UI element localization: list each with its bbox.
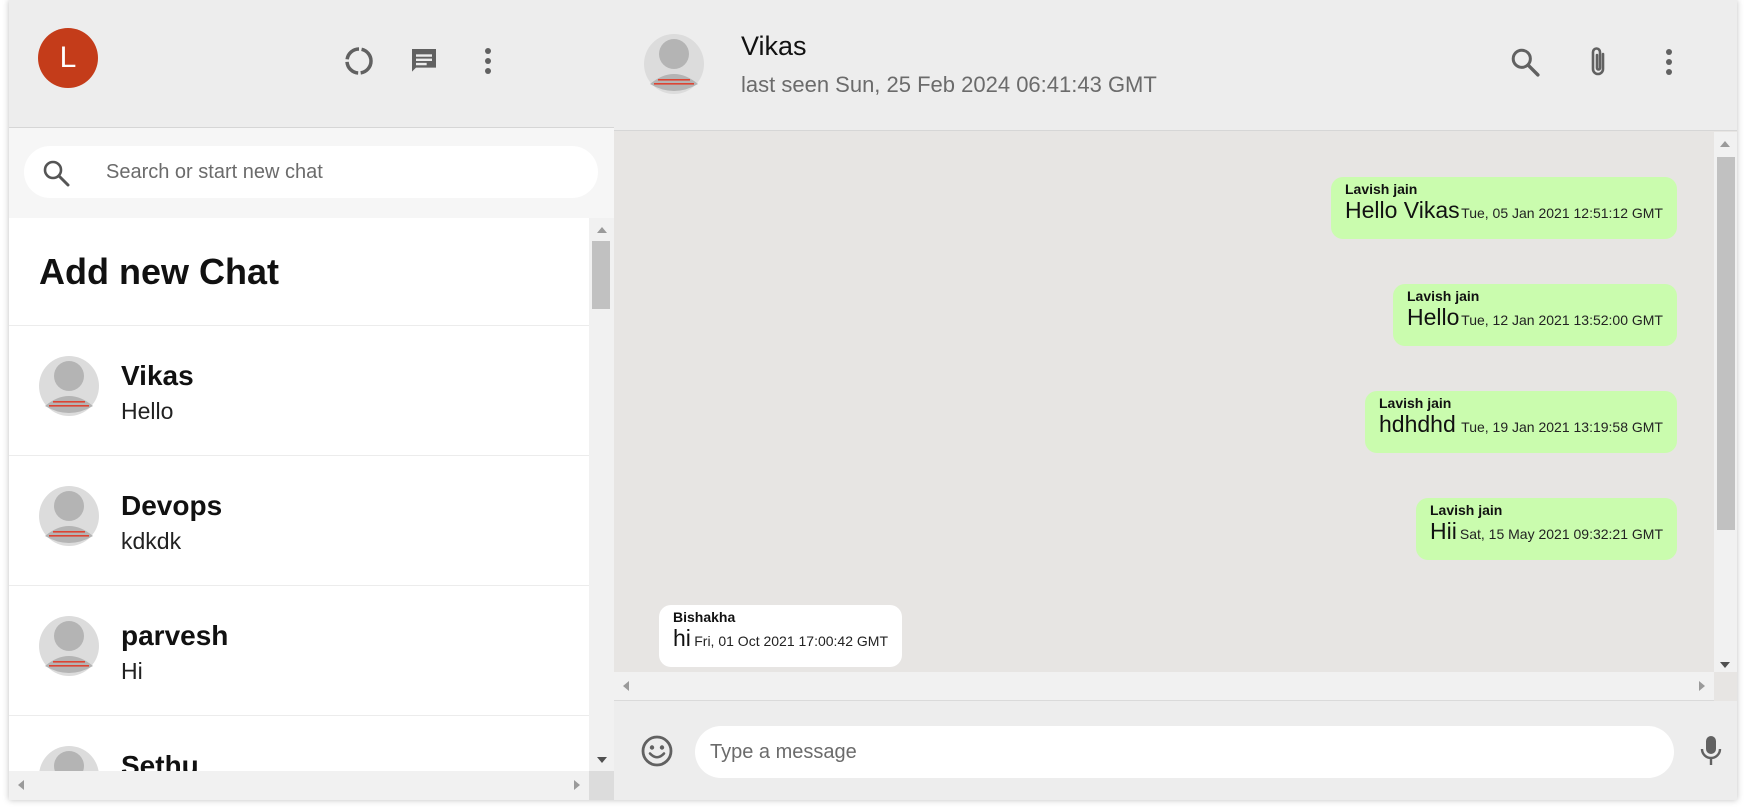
scrollbar-thumb[interactable] — [592, 241, 610, 309]
microphone-icon[interactable] — [1696, 734, 1726, 768]
message-author: Lavish jain — [1407, 288, 1480, 304]
contact-avatar[interactable] — [644, 34, 704, 94]
sidebar-header: L — [9, 0, 614, 128]
message-timestamp: Tue, 12 Jan 2021 13:52:00 GMT — [1461, 312, 1663, 328]
chat-item-devops[interactable]: Devops kdkdk — [9, 456, 589, 586]
search-icon — [42, 159, 70, 191]
chat-name: Devops — [121, 490, 223, 521]
status-icon[interactable] — [342, 44, 376, 78]
chat-item-sethu[interactable]: Sethu — [9, 716, 589, 771]
message-text: hi — [673, 625, 691, 651]
chat-list-vertical-scrollbar[interactable] — [589, 218, 614, 771]
add-new-chat[interactable]: Add new Chat — [9, 218, 589, 326]
message-text: Hii — [1430, 518, 1457, 544]
scroll-down-arrow-icon[interactable] — [597, 757, 607, 763]
message-timestamp: Sat, 15 May 2021 09:32:21 GMT — [1459, 526, 1663, 542]
message-text: Hello — [1407, 304, 1460, 330]
scroll-left-arrow-icon[interactable] — [18, 780, 24, 790]
scroll-right-arrow-icon[interactable] — [574, 780, 580, 790]
message-timestamp: Tue, 19 Jan 2021 13:19:58 GMT — [1461, 419, 1663, 435]
message-author: Lavish jain — [1430, 502, 1503, 518]
scrollbar-thumb[interactable] — [1717, 157, 1735, 530]
search-container — [9, 128, 614, 218]
message-bubble: Lavish jain Hii Sat, 15 May 2021 09:32:2… — [1416, 498, 1677, 560]
chat-item-parvesh[interactable]: parvesh Hi — [9, 586, 589, 716]
last-seen-status: last seen Sun, 25 Feb 2024 06:41:43 GMT — [741, 72, 1157, 97]
message-author: Lavish jain — [1379, 395, 1452, 411]
chat-item-vikas[interactable]: Vikas Hello — [9, 326, 589, 456]
message-bubble: Lavish jain hdhdhd Tue, 19 Jan 2021 13:1… — [1365, 391, 1677, 453]
chat-list: Add new Chat Vikas Hello Devops kdkdk pa… — [9, 218, 589, 771]
message-author: Lavish jain — [1345, 181, 1418, 197]
message-timestamp: Tue, 05 Jan 2021 12:51:12 GMT — [1461, 205, 1663, 221]
chat-last-message: kdkdk — [121, 528, 182, 554]
scroll-down-arrow-icon[interactable] — [1720, 662, 1730, 668]
message-timestamp: Fri, 01 Oct 2021 17:00:42 GMT — [694, 633, 888, 649]
chat-last-message: Hello — [121, 398, 174, 424]
message-composer — [614, 701, 1737, 800]
new-chat-icon[interactable] — [407, 44, 441, 78]
more-vertical-icon[interactable] — [1651, 44, 1687, 80]
contact-name: Vikas — [741, 31, 807, 61]
chat-header: Vikas last seen Sun, 25 Feb 2024 06:41:4… — [614, 0, 1737, 131]
search-input[interactable] — [106, 154, 576, 190]
more-vertical-icon[interactable] — [471, 44, 505, 78]
paperclip-icon[interactable] — [1580, 44, 1616, 80]
message-author: Bishakha — [673, 609, 736, 625]
scroll-up-arrow-icon[interactable] — [1720, 141, 1730, 147]
message-list: Lavish jain Hello Vikas Tue, 05 Jan 2021… — [614, 132, 1714, 672]
scroll-right-arrow-icon[interactable] — [1699, 681, 1705, 691]
contact-avatar — [39, 746, 99, 771]
message-bubble: Lavish jain Hello Vikas Tue, 05 Jan 2021… — [1331, 177, 1677, 239]
scroll-up-arrow-icon[interactable] — [597, 227, 607, 233]
contact-avatar — [39, 356, 99, 416]
contact-avatar — [39, 616, 99, 676]
chat-name: Vikas — [121, 360, 194, 391]
chat-list-horizontal-scrollbar[interactable] — [9, 771, 589, 800]
message-text: Hello Vikas — [1345, 197, 1460, 223]
message-text: hdhdhd — [1379, 411, 1456, 437]
messages-vertical-scrollbar[interactable] — [1714, 132, 1737, 672]
sidebar: L Search or start new chat Add new Chat … — [9, 0, 614, 800]
search-icon[interactable] — [1507, 44, 1543, 80]
emoji-icon[interactable] — [640, 734, 674, 768]
chat-name: Sethu — [121, 750, 199, 771]
chat-last-message: Hi — [121, 658, 143, 684]
scroll-left-arrow-icon[interactable] — [623, 681, 629, 691]
message-bubble: Lavish jain Hello Tue, 12 Jan 2021 13:52… — [1393, 284, 1677, 346]
chat-panel: Vikas last seen Sun, 25 Feb 2024 06:41:4… — [614, 0, 1737, 800]
search-box — [24, 146, 598, 198]
message-input[interactable] — [695, 726, 1674, 778]
messages-horizontal-scrollbar[interactable] — [614, 672, 1714, 701]
whatsapp-clone-app: L Search or start new chat Add new Chat … — [9, 0, 1737, 800]
contact-avatar — [39, 486, 99, 546]
chat-name: parvesh — [121, 620, 229, 651]
user-avatar[interactable]: L — [38, 28, 98, 88]
scrollbar-corner — [589, 771, 614, 800]
message-bubble: Bishakha hi Fri, 01 Oct 2021 17:00:42 GM… — [659, 605, 902, 667]
